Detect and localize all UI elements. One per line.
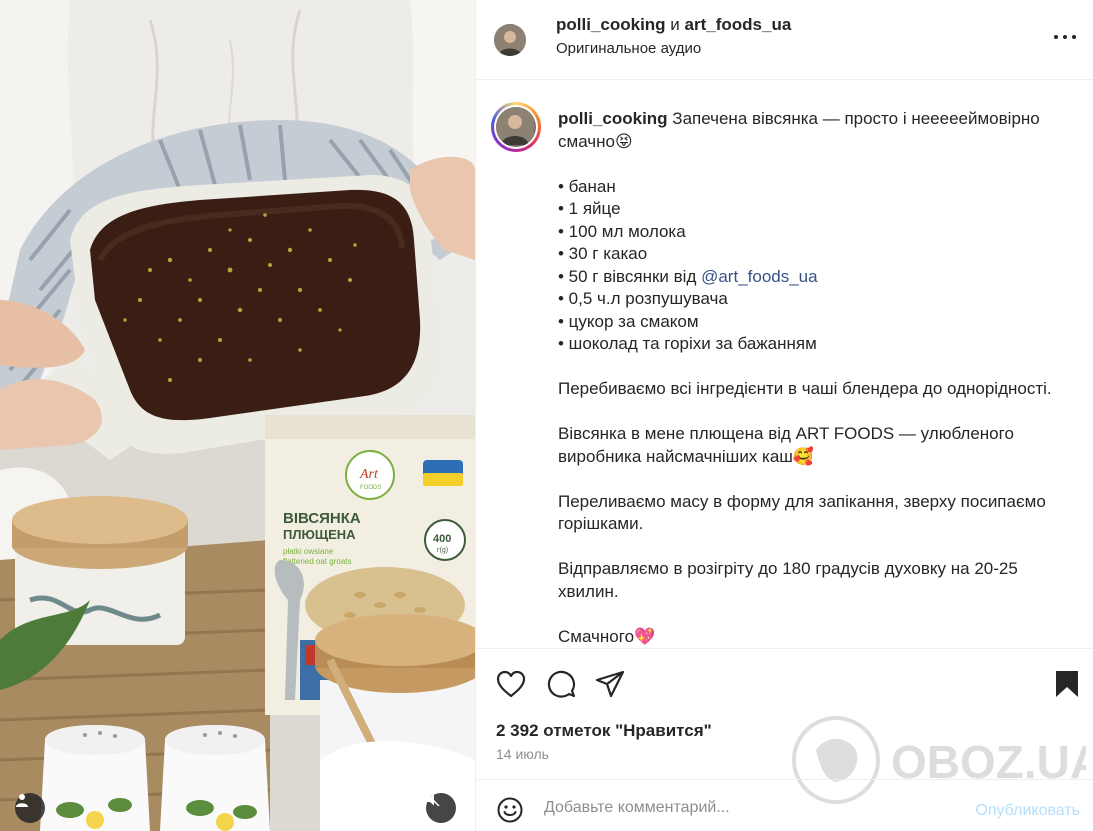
avatar-ring-inner: [494, 105, 538, 149]
share-icon: [595, 670, 625, 698]
caption-step: Вівсянка в мене плющена від ART FOODS — …: [558, 424, 1014, 466]
package-weight: 400: [433, 533, 451, 545]
ingredient-item: • 100 мл молока: [558, 221, 686, 241]
avatar[interactable]: [491, 102, 541, 152]
collab-usernames: polli_cooking и art_foods_ua: [556, 15, 791, 35]
caption-username[interactable]: polli_cooking: [558, 109, 668, 128]
caption-step: Перебиваємо всі інгредієнти в чаші бленд…: [558, 379, 1052, 398]
publish-comment-button[interactable]: Опубликовать: [975, 802, 1080, 820]
post-media[interactable]: Art FOODS ВІВСЯНКА ПЛЮЩЕНА płatki owsian…: [0, 0, 475, 831]
avatar-image: [494, 24, 526, 56]
caption-outro: Смачного💖: [558, 626, 656, 646]
ingredient-item: • 30 г какао: [558, 244, 648, 263]
ingredient-item: • 0,5 ч.л розпушувача: [558, 289, 728, 308]
save-button[interactable]: [1050, 667, 1084, 701]
conjunction-text: и: [670, 15, 680, 34]
package-weight-unit: г(g): [437, 547, 448, 554]
user-tag-icon: [16, 794, 28, 807]
brand-logo-sub: FOODS: [360, 485, 381, 491]
more-icon: [1063, 35, 1067, 39]
caption-step: Переливаємо масу в форму для запікання, …: [558, 491, 1046, 534]
brand-logo-text: Art: [359, 467, 379, 482]
comment-bar: Опубликовать: [476, 779, 1093, 831]
avatar-image: [496, 107, 536, 147]
heart-icon: [496, 670, 526, 698]
comment-input[interactable]: [544, 794, 944, 822]
post-details-panel: polli_cooking и art_foods_ua Оригинально…: [475, 0, 1093, 831]
username-link[interactable]: art_foods_ua: [685, 15, 792, 34]
share-button[interactable]: [593, 667, 627, 701]
ingredient-item: • банан: [558, 176, 616, 196]
mute-icon: [426, 793, 440, 807]
emoji-icon: [497, 797, 523, 823]
caption-intro: polli_cooking Запечена вівсянка — просто…: [558, 108, 1073, 153]
ingredient-item: • шоколад та горіхи за бажанням: [558, 334, 817, 353]
emoji-button[interactable]: [496, 796, 524, 824]
more-icon: [1072, 35, 1076, 39]
mention-link[interactable]: @art_foods_ua: [701, 267, 818, 286]
ingredient-item: • цукор за смаком: [558, 311, 699, 331]
media-photo: Art FOODS ВІВСЯНКА ПЛЮЩЕНА płatki owsian…: [0, 0, 475, 831]
mute-button[interactable]: [426, 793, 456, 823]
like-button[interactable]: [494, 667, 528, 701]
package-title-2: ПЛЮЩЕНА: [283, 527, 356, 542]
audio-link[interactable]: Оригинальное аудио: [556, 40, 701, 57]
likes-count[interactable]: 2 392 отметок "Нравится": [496, 721, 712, 741]
package-title-1: ВІВСЯНКА: [283, 510, 361, 527]
post-caption: polli_cooking Запечена вівсянка — просто…: [558, 108, 1073, 647]
post-header: polli_cooking и art_foods_ua Оригинально…: [476, 0, 1093, 80]
username-link[interactable]: polli_cooking: [556, 15, 666, 34]
comment-button[interactable]: [544, 667, 578, 701]
more-options-button[interactable]: [1054, 27, 1076, 47]
comment-icon: [547, 670, 576, 698]
ingredient-item: • 1 яйце: [558, 199, 621, 218]
ingredient-item: • 50 г вівсянки від @art_foods_ua: [558, 266, 1073, 289]
bookmark-icon: [1056, 671, 1078, 697]
caption-area[interactable]: polli_cooking Запечена вівсянка — просто…: [476, 81, 1093, 647]
avatar-photo: [496, 107, 534, 145]
package-subtitle-1: płatki owsiane: [283, 547, 334, 556]
more-icon: [1054, 35, 1058, 39]
avatar[interactable]: [494, 24, 526, 56]
tag-people-button[interactable]: [15, 793, 45, 823]
caption-step: Відправляємо в розігріту до 180 градусів…: [558, 559, 1018, 601]
ingredient-text: • 50 г вівсянки від: [558, 266, 702, 286]
post-date[interactable]: 14 июль: [496, 746, 549, 762]
